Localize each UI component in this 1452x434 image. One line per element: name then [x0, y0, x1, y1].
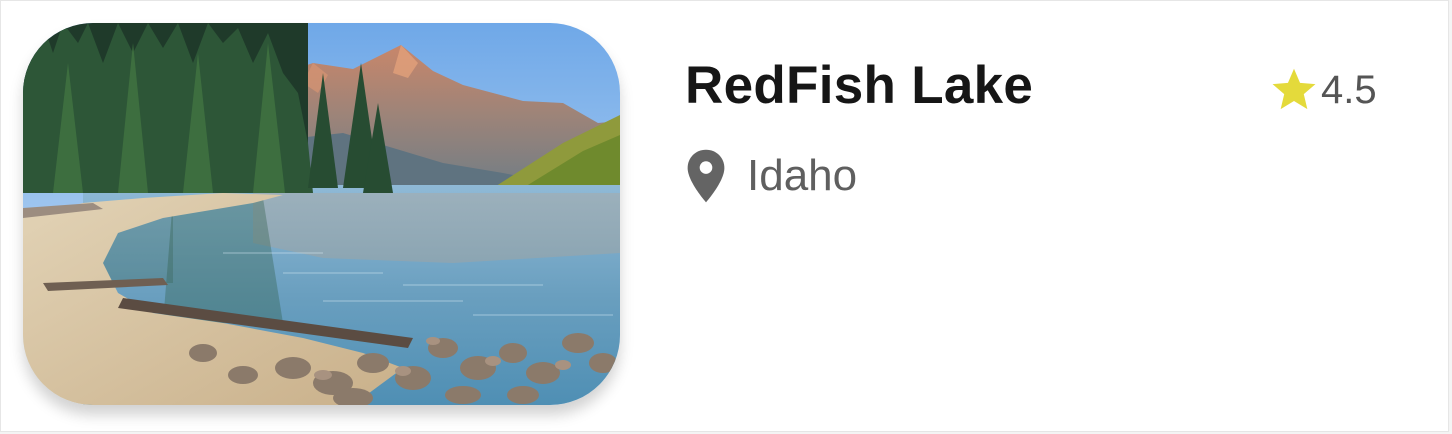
location-text: Idaho — [747, 151, 858, 200]
place-photo[interactable] — [23, 23, 620, 405]
location: Idaho — [685, 145, 857, 207]
map-pin-icon — [687, 149, 725, 203]
place-card[interactable]: RedFish Lake 4.5 Idaho — [0, 0, 1449, 432]
lake-landscape-image — [23, 23, 620, 405]
rating: 4.5 — [1269, 59, 1377, 121]
rating-value: 4.5 — [1321, 68, 1377, 112]
place-name: RedFish Lake — [685, 56, 1034, 115]
star-icon — [1272, 68, 1316, 110]
